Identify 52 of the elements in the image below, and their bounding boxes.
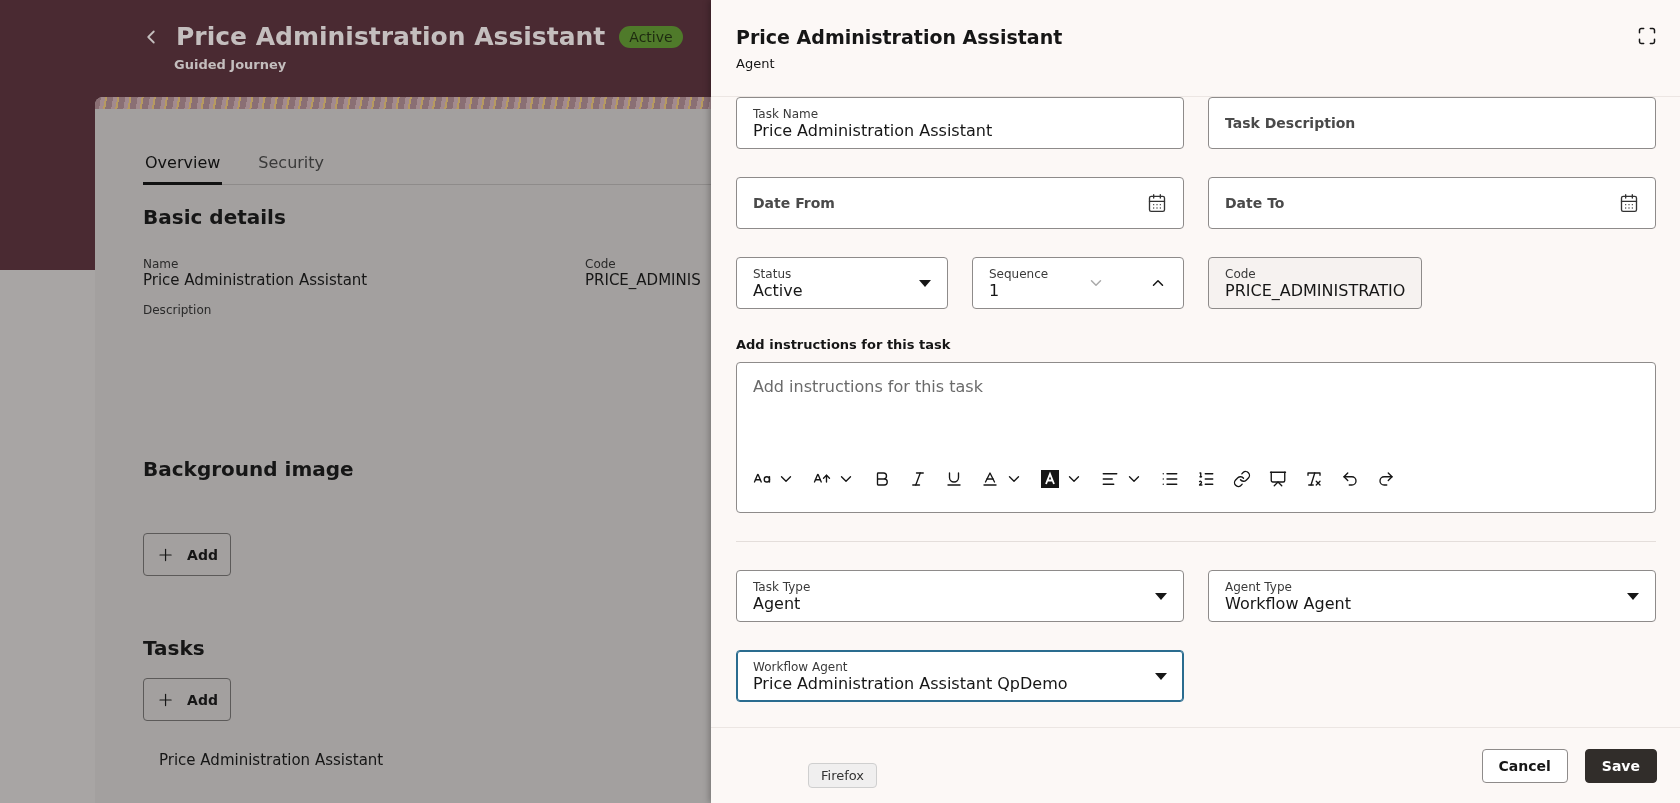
input-field[interactable]: Task Description xyxy=(1208,97,1656,149)
numbered-list-icon[interactable] xyxy=(1197,470,1215,488)
dropdown-caret-icon xyxy=(1627,592,1639,600)
tab[interactable]: Security xyxy=(256,153,327,185)
editor-placeholder: Add instructions for this task xyxy=(753,377,984,396)
field-label: Name xyxy=(143,257,180,271)
link-icon[interactable] xyxy=(1233,470,1251,488)
add-button[interactable]: Add xyxy=(143,678,231,721)
dropdown-caret-icon xyxy=(919,279,931,287)
section-heading: Background image xyxy=(143,457,355,481)
calendar-icon[interactable] xyxy=(1619,193,1639,213)
align-left-icon[interactable] xyxy=(1101,470,1119,488)
drawer-subtitle: Agent xyxy=(736,56,776,71)
calendar-icon[interactable] xyxy=(1147,193,1167,213)
save-button[interactable]: Save xyxy=(1584,748,1657,783)
dropdown-caret-icon xyxy=(1155,592,1167,600)
rich-text-editor[interactable]: Add instructions for this task xyxy=(736,362,1656,513)
field-label: Add instructions for this task xyxy=(736,337,952,352)
status-badge: Active xyxy=(619,25,683,48)
highlight-color-icon[interactable] xyxy=(1041,470,1059,488)
monitor-icon[interactable] xyxy=(1269,470,1287,488)
field-label: Code xyxy=(585,257,617,271)
section-heading: Basic details xyxy=(143,205,287,229)
tab[interactable]: Overview xyxy=(143,153,223,185)
select-field[interactable]: Task Type Agent xyxy=(736,570,1184,622)
field-value: PRICE_ADMINIS xyxy=(585,271,702,289)
task-item[interactable]: Price Administration Assistant xyxy=(159,751,711,769)
select-field[interactable]: Agent Type Workflow Agent xyxy=(1208,570,1656,622)
date-field[interactable]: Date From xyxy=(736,177,1184,229)
cancel-button[interactable]: Cancel xyxy=(1481,748,1568,783)
drawer-title: Price Administration Assistant xyxy=(736,26,1063,48)
select-field[interactable]: Status Active xyxy=(736,257,948,309)
select-field[interactable]: Workflow Agent Price Administration Assistant QpDemo xyxy=(736,650,1184,702)
section-heading: Tasks xyxy=(143,636,206,660)
page-title: Price Administration Assistant xyxy=(176,22,606,51)
field-label: Description xyxy=(143,303,213,317)
number-field[interactable]: Sequence 1 xyxy=(972,257,1184,309)
input-field: Code PRICE_ADMINISTRATIO xyxy=(1208,257,1423,309)
page-subtitle: Guided Journey xyxy=(174,57,288,72)
dropdown-caret-icon xyxy=(1155,672,1167,680)
field-value: Price Administration Assistant xyxy=(143,271,369,289)
tooltip: Firefox xyxy=(808,763,878,788)
input-field[interactable]: Task Name Price Administration Assistant xyxy=(736,97,1184,149)
font-color-icon[interactable] xyxy=(981,470,999,488)
clear-formatting-icon[interactable] xyxy=(1305,470,1323,488)
date-field[interactable]: Date To xyxy=(1208,177,1656,229)
italic-icon[interactable] xyxy=(909,470,927,488)
add-button[interactable]: Add xyxy=(143,533,231,576)
redo-icon[interactable] xyxy=(1377,470,1395,488)
bulleted-list-icon[interactable] xyxy=(1161,470,1179,488)
undo-icon[interactable] xyxy=(1341,470,1359,488)
underline-icon[interactable] xyxy=(945,470,963,488)
